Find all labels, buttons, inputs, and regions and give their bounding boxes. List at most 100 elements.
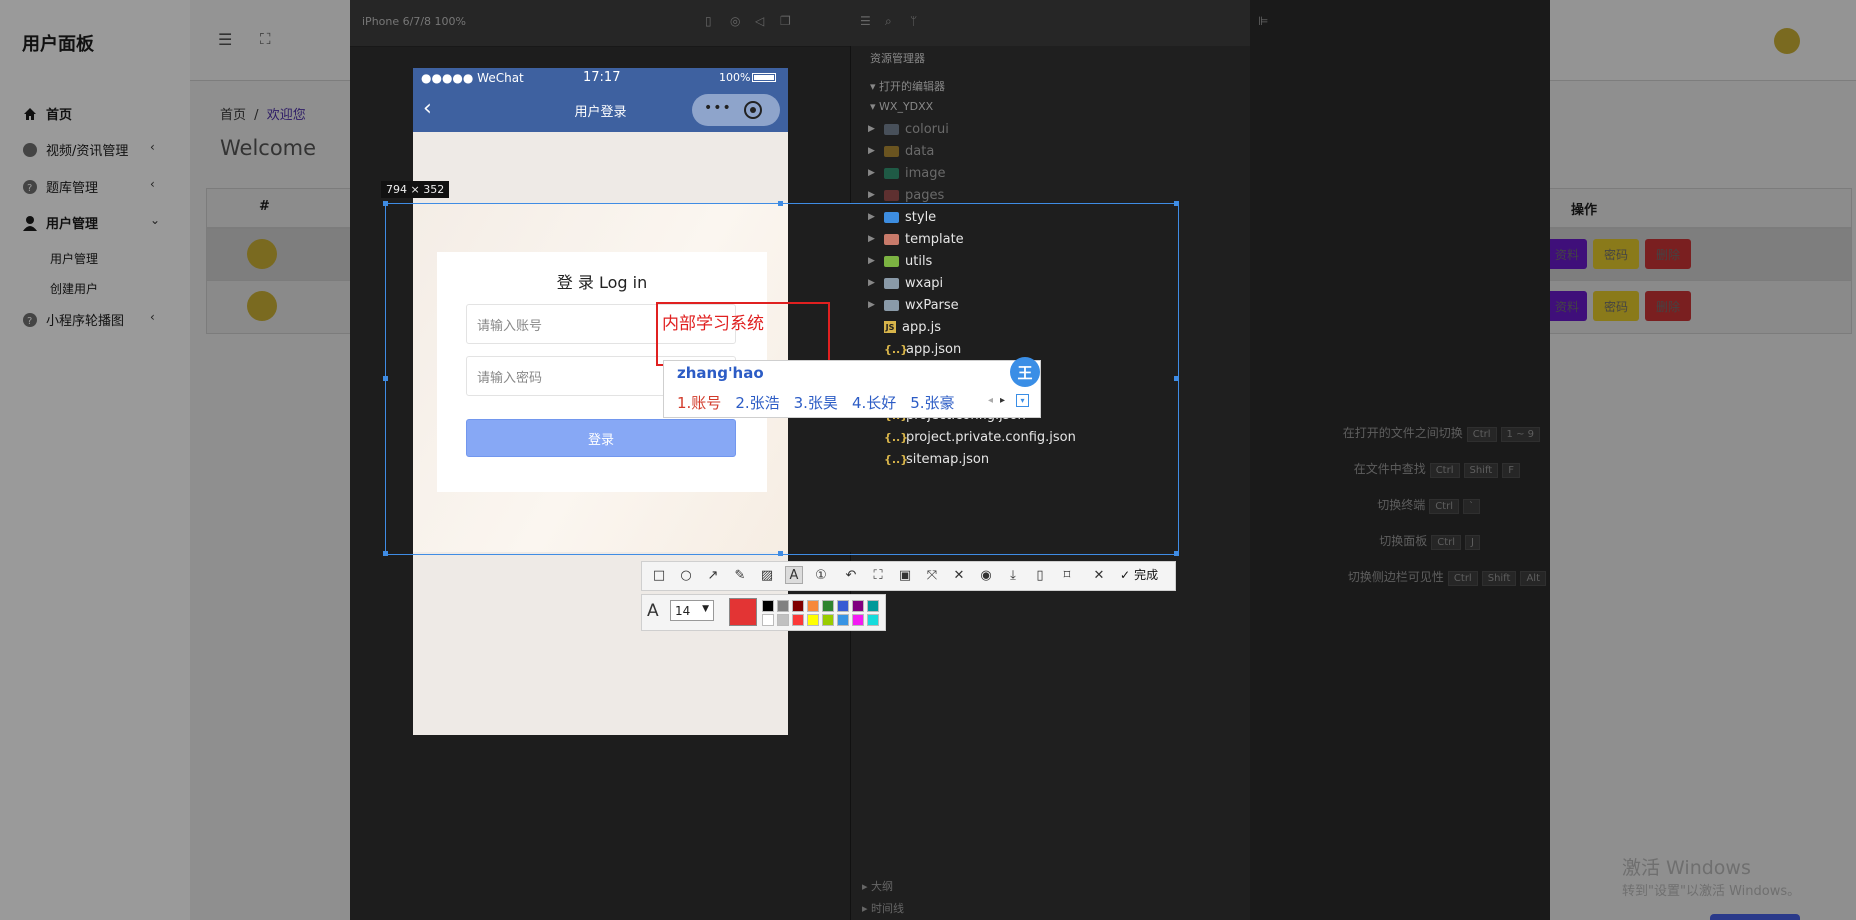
outline-section[interactable]: ▸ 大纲 <box>862 878 893 894</box>
color-swatch[interactable] <box>792 600 804 612</box>
profile-button[interactable]: 资料 <box>1547 291 1587 321</box>
resize-handle[interactable] <box>1174 376 1179 381</box>
nav-item-media[interactable]: 视频/资讯管理 <box>22 140 128 159</box>
nav-item-label: 小程序轮播图 <box>46 314 125 329</box>
resize-handle[interactable] <box>383 551 388 556</box>
delete-button[interactable]: 删除 <box>1645 291 1691 321</box>
resize-handle[interactable] <box>1174 551 1179 556</box>
ime-candidate[interactable]: 1.账号 <box>677 392 721 413</box>
resize-handle[interactable] <box>383 201 388 206</box>
check-icon: ✓ <box>1120 567 1131 582</box>
ocr-icon[interactable]: ▣ <box>896 566 914 584</box>
shortcut-key: Ctrl <box>1466 427 1497 442</box>
ime-candidate[interactable]: 3.张昊 <box>794 392 838 413</box>
shortcut-key: Shift <box>1463 463 1499 478</box>
color-swatch[interactable] <box>777 600 789 612</box>
record-icon[interactable]: ◎ <box>730 14 744 28</box>
capture-icon[interactable]: ⛶ <box>869 566 887 584</box>
nav-item-questions[interactable]: ? 题库管理 <box>22 177 98 196</box>
password-button[interactable]: 密码 <box>1593 291 1639 321</box>
ime-candidate[interactable]: 4.长好 <box>852 392 896 413</box>
rectangle-tool-icon[interactable]: □ <box>650 566 668 584</box>
breadcrumb-home[interactable]: 首页 <box>220 108 246 123</box>
download-icon[interactable]: ⤓ <box>1004 566 1022 584</box>
sub-item-create-user[interactable]: 创建用户 <box>50 280 98 297</box>
password-button[interactable]: 密码 <box>1593 239 1639 269</box>
color-swatch[interactable] <box>852 600 864 612</box>
sub-item-user-manage[interactable]: 用户管理 <box>50 250 98 267</box>
color-swatch[interactable] <box>852 614 864 626</box>
color-swatch[interactable] <box>777 614 789 626</box>
color-swatch[interactable] <box>762 614 774 626</box>
avatar[interactable] <box>1774 28 1800 54</box>
color-swatch[interactable] <box>837 614 849 626</box>
record-icon[interactable]: ◉ <box>977 566 995 584</box>
current-color-swatch[interactable] <box>729 598 757 626</box>
color-swatch[interactable] <box>837 600 849 612</box>
volume-icon[interactable]: ◁ <box>755 14 769 28</box>
device-selector[interactable]: iPhone 6/7/8 100% <box>362 15 466 28</box>
color-swatch[interactable] <box>867 614 879 626</box>
ime-candidate[interactable]: 5.张豪 <box>910 392 954 413</box>
done-button[interactable]: ✓ 完成 <box>1120 566 1158 583</box>
mosaic-tool-icon[interactable]: ▨ <box>758 566 776 584</box>
search-icon[interactable]: ⌕ <box>885 14 899 28</box>
resize-handle[interactable] <box>383 376 388 381</box>
more-icon[interactable]: ••• <box>704 100 732 116</box>
project-section[interactable]: ▾ WX_YDXX <box>870 100 933 113</box>
bookmark-icon[interactable]: ⌑ <box>1058 566 1076 584</box>
tree-folder-image[interactable]: ▶ image <box>868 163 946 183</box>
timeline-section[interactable]: ▸ 时间线 <box>862 900 904 916</box>
color-swatch[interactable] <box>822 600 834 612</box>
list-icon[interactable]: ☰ <box>860 14 874 28</box>
color-swatch[interactable] <box>762 600 774 612</box>
undo-icon[interactable]: ↶ <box>842 566 860 584</box>
resize-handle[interactable] <box>778 551 783 556</box>
close-icon[interactable]: ✕ <box>1090 566 1108 584</box>
tree-item-label: image <box>905 165 946 181</box>
simulator-toolbar: iPhone 6/7/8 100% ▯ ◎ ◁ ❐ <box>350 0 850 47</box>
breadcrumb: 首页 / 欢迎您 <box>220 104 306 123</box>
nav-item-home[interactable]: 首页 <box>22 104 72 123</box>
font-size-select[interactable]: 14 ▼ <box>670 600 714 621</box>
resize-handle[interactable] <box>778 201 783 206</box>
ellipse-tool-icon[interactable]: ○ <box>677 566 695 584</box>
pin-icon[interactable]: ✕ <box>950 566 968 584</box>
fullscreen-icon[interactable]: ⛶ <box>260 30 271 48</box>
open-editors-label: 打开的编辑器 <box>879 80 946 93</box>
color-swatch[interactable] <box>792 614 804 626</box>
close-capsule-icon[interactable] <box>744 101 762 119</box>
color-swatch[interactable] <box>807 600 819 612</box>
phone-icon[interactable]: ▯ <box>705 14 719 28</box>
split-editor-icon[interactable]: ⊫ <box>1258 14 1272 28</box>
profile-button[interactable]: 资料 <box>1547 239 1587 269</box>
tree-folder-colorui[interactable]: ▶ colorui <box>868 119 949 139</box>
number-tool-icon[interactable]: ① <box>812 566 830 584</box>
color-swatch[interactable] <box>807 614 819 626</box>
ime-candidate[interactable]: 2.张浩 <box>735 392 779 413</box>
tree-folder-pages[interactable]: ▶ pages <box>868 185 944 205</box>
open-editors-section[interactable]: ▾ 打开的编辑器 <box>870 78 945 94</box>
shortcut-label: 切换终端 <box>1377 498 1426 512</box>
ime-next-icon[interactable]: ▸ <box>1000 395 1005 406</box>
color-swatch[interactable] <box>867 600 879 612</box>
window-icon[interactable]: ❐ <box>780 14 794 28</box>
tree-folder-data[interactable]: ▶ data <box>868 141 934 161</box>
branch-icon[interactable]: ᛘ <box>910 14 924 28</box>
nav-item-users[interactable]: 用户管理 <box>22 213 98 232</box>
avatar <box>247 291 277 321</box>
phone-send-icon[interactable]: ▯ <box>1031 566 1049 584</box>
ime-expand-icon[interactable]: ▾ <box>1016 394 1029 407</box>
text-annotation[interactable]: 内部学习系统 <box>662 309 764 334</box>
color-swatch[interactable] <box>822 614 834 626</box>
ime-logo-icon[interactable]: 王 <box>1010 357 1040 387</box>
resize-handle[interactable] <box>1174 201 1179 206</box>
pen-tool-icon[interactable]: ✎ <box>731 566 749 584</box>
nav-item-carousel[interactable]: ? 小程序轮播图 <box>22 310 124 329</box>
delete-button[interactable]: 删除 <box>1645 239 1691 269</box>
menu-toggle-icon[interactable]: ☰ <box>218 30 232 49</box>
ime-prev-icon[interactable]: ◂ <box>988 395 993 406</box>
translate-icon[interactable]: ⤧ <box>923 566 941 584</box>
text-tool-icon[interactable]: A <box>785 566 803 584</box>
arrow-tool-icon[interactable]: ↗ <box>704 566 722 584</box>
